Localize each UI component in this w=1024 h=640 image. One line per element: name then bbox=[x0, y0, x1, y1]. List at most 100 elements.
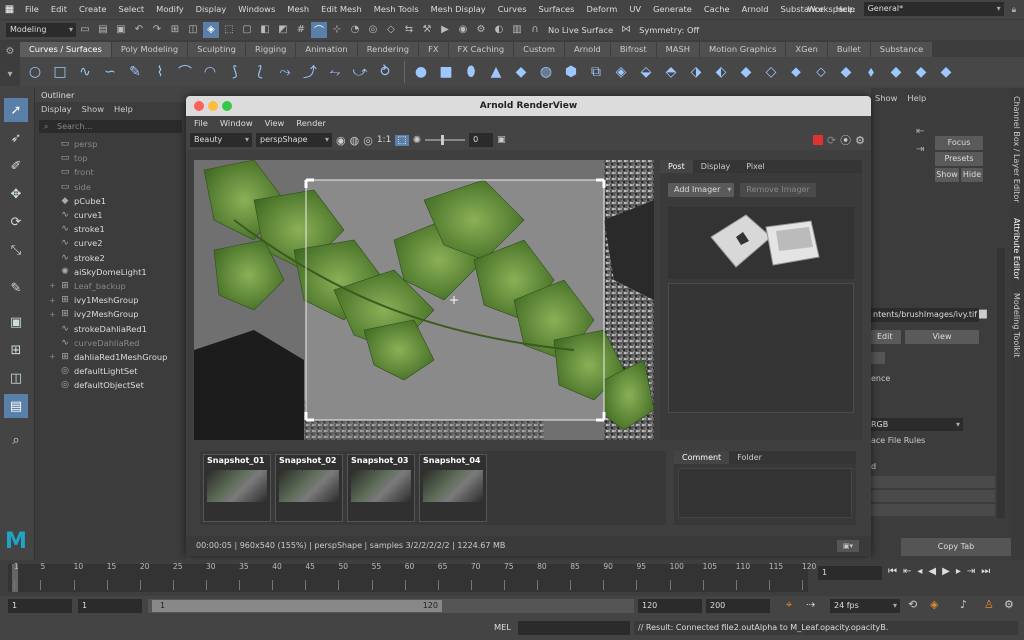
plane-icon[interactable]: ◆ bbox=[510, 61, 532, 83]
render-settings-icon[interactable]: ⚙ bbox=[473, 22, 489, 38]
attr-menu-show[interactable]: Show bbox=[875, 93, 897, 103]
rotate-tool-icon[interactable]: ⟳ bbox=[4, 210, 28, 234]
region-icon[interactable]: ⬚ bbox=[395, 134, 409, 146]
attr-section-bar[interactable] bbox=[871, 504, 995, 516]
attr-menu-help[interactable]: Help bbox=[907, 93, 926, 103]
lut-icon[interactable]: ◎ bbox=[363, 134, 373, 147]
grid-icon[interactable]: ▦ bbox=[0, 0, 19, 19]
attr-scrollbar[interactable] bbox=[997, 248, 1005, 518]
expand-toggle[interactable]: + bbox=[49, 352, 59, 361]
menu-mesh-display[interactable]: Mesh Display bbox=[425, 0, 492, 19]
rv-menu-view[interactable]: View bbox=[265, 116, 285, 130]
outliner-menu-display[interactable]: Display bbox=[41, 102, 72, 116]
construction-icon[interactable]: ⚒ bbox=[419, 22, 435, 38]
menu-windows[interactable]: Windows bbox=[232, 0, 281, 19]
search-icon[interactable]: ⌕ bbox=[4, 428, 28, 452]
outliner-item[interactable]: ∿ curve1 bbox=[35, 208, 186, 222]
outliner-item[interactable]: ▭ side bbox=[35, 180, 186, 194]
hypershade-icon[interactable]: ◐ bbox=[491, 22, 507, 38]
shelf-tab-rigging[interactable]: Rigging bbox=[245, 42, 296, 57]
gamma-icon[interactable]: ▣ bbox=[497, 135, 506, 145]
shelf-tab-fx-caching[interactable]: FX Caching bbox=[448, 42, 514, 57]
close-button[interactable] bbox=[194, 101, 204, 111]
shelf-tab-poly-modeling[interactable]: Poly Modeling bbox=[111, 42, 188, 57]
minimize-button[interactable] bbox=[208, 101, 218, 111]
expand-toggle[interactable]: + bbox=[49, 296, 59, 305]
select-component-icon[interactable]: ◈ bbox=[203, 21, 219, 38]
menu-surfaces[interactable]: Surfaces bbox=[533, 0, 581, 19]
layout-split-icon[interactable]: ◫ bbox=[4, 366, 28, 390]
paint-select-icon[interactable]: ✐ bbox=[4, 154, 28, 178]
trim-icon[interactable]: ◇ bbox=[760, 61, 782, 83]
menu-generate[interactable]: Generate bbox=[647, 0, 698, 19]
outliner-menu-show[interactable]: Show bbox=[82, 102, 104, 116]
outliner-item[interactable]: + ⊞ ivy2MeshGroup bbox=[35, 307, 186, 321]
lasso-icon[interactable]: ⬚ bbox=[221, 22, 237, 38]
gear-icon[interactable]: ⚙ bbox=[6, 46, 15, 57]
planar-icon[interactable]: ◈ bbox=[610, 61, 632, 83]
new-scene-icon[interactable]: ▭ bbox=[77, 22, 93, 38]
sphere-icon[interactable]: ● bbox=[410, 61, 432, 83]
outliner-item[interactable]: ∿ curve2 bbox=[35, 236, 186, 250]
menu-mesh[interactable]: Mesh bbox=[281, 0, 315, 19]
menu-arnold[interactable]: Arnold bbox=[736, 0, 775, 19]
remove-imager-button[interactable]: Remove Imager bbox=[740, 183, 816, 197]
menu-cache[interactable]: Cache bbox=[698, 0, 736, 19]
auto-key-icon[interactable]: ⌖ bbox=[786, 598, 792, 612]
loop-icon[interactable]: ⟲ bbox=[908, 598, 917, 611]
select-hierarchy-icon[interactable]: ⊞ bbox=[167, 22, 183, 38]
outliner-item[interactable]: ◎ defaultObjectSet bbox=[35, 378, 186, 392]
keyframe-icon[interactable]: ◈ bbox=[930, 598, 938, 611]
tab-modeling-toolkit[interactable]: Modeling Toolkit bbox=[1012, 293, 1021, 357]
edit-button[interactable]: Edit bbox=[871, 330, 901, 344]
render-image[interactable] bbox=[194, 160, 654, 440]
attach-curve-icon[interactable]: ⟆ bbox=[224, 61, 246, 83]
rebuild-curve-icon[interactable]: ⤻ bbox=[349, 61, 371, 83]
end-time-field[interactable]: 200 bbox=[706, 599, 770, 613]
layout-four-icon[interactable]: ⊞ bbox=[4, 338, 28, 362]
snapshot-item[interactable]: Snapshot_04 bbox=[419, 454, 487, 522]
range-slider[interactable]: 1 120 bbox=[148, 599, 634, 613]
lasso-tool-icon[interactable]: ➶ bbox=[4, 126, 28, 150]
expand-toggle[interactable]: + bbox=[49, 310, 59, 319]
play-backward-icon[interactable]: ◀ bbox=[928, 566, 936, 577]
time-slider[interactable]: 1 5 10 15 20 25 30 35 40 45 50 55 60 65 70 75 80 85 90 95 10… bbox=[0, 560, 1024, 596]
layout-outliner-icon[interactable]: ▤ bbox=[4, 394, 28, 418]
image-path-field[interactable]: ntents/brushImages/ivy.tif bbox=[871, 308, 979, 322]
attr-section-bar[interactable] bbox=[871, 476, 995, 488]
cone-icon[interactable]: ▲ bbox=[485, 61, 507, 83]
exposure-icon[interactable]: ✺ bbox=[413, 135, 421, 146]
rv-menu-window[interactable]: Window bbox=[220, 116, 253, 130]
paint-surface-icon[interactable]: ◆ bbox=[935, 61, 957, 83]
sculpt-icon[interactable]: ◆ bbox=[835, 61, 857, 83]
cylinder-icon[interactable]: ⬮ bbox=[460, 61, 482, 83]
maximize-button[interactable] bbox=[222, 101, 232, 111]
tab-display[interactable]: Display bbox=[693, 160, 739, 173]
input-ops-icon[interactable]: ⇆ bbox=[401, 22, 417, 38]
rebuild-surface-icon[interactable]: ◆ bbox=[910, 61, 932, 83]
select-tool-icon[interactable]: ➚ bbox=[4, 98, 28, 122]
shelf-tab-rendering[interactable]: Rendering bbox=[357, 42, 419, 57]
refresh-icon[interactable]: ⟳ bbox=[827, 134, 836, 147]
menu-edit[interactable]: Edit bbox=[45, 0, 73, 19]
outliner-item[interactable]: ∿ strokeDahliaRed1 bbox=[35, 321, 186, 335]
nurbs-circle-icon[interactable]: ○ bbox=[24, 61, 46, 83]
shelf-tab-fx[interactable]: FX bbox=[419, 42, 448, 57]
snapshot-item[interactable]: Snapshot_02 bbox=[275, 454, 343, 522]
comment-field[interactable] bbox=[678, 468, 852, 518]
render-frame-icon[interactable]: ▶ bbox=[437, 22, 453, 38]
key-icon[interactable]: ⇢ bbox=[806, 598, 815, 611]
square-surface-icon[interactable]: ⬖ bbox=[710, 61, 732, 83]
tab-attribute-editor[interactable]: Attribute Editor bbox=[1012, 218, 1021, 280]
move-tool-icon[interactable]: ✥ bbox=[4, 182, 28, 206]
go-to-end-icon[interactable]: ⏭ bbox=[981, 566, 990, 577]
exposure-field[interactable]: 0 bbox=[469, 133, 494, 147]
snap-curve-icon[interactable]: ⌒ bbox=[311, 21, 327, 38]
ipr-icon[interactable]: ◉ bbox=[455, 22, 471, 38]
shelf-tab-arnold[interactable]: Arnold bbox=[564, 42, 610, 57]
outliner-item[interactable]: ◆ pCube1 bbox=[35, 194, 186, 208]
copy-tab-button[interactable]: Copy Tab bbox=[901, 538, 1011, 556]
channels-icon[interactable]: ◉ bbox=[336, 134, 346, 147]
outliner-item[interactable]: ∿ stroke2 bbox=[35, 251, 186, 265]
ep-curve-icon[interactable]: ∽ bbox=[99, 61, 121, 83]
